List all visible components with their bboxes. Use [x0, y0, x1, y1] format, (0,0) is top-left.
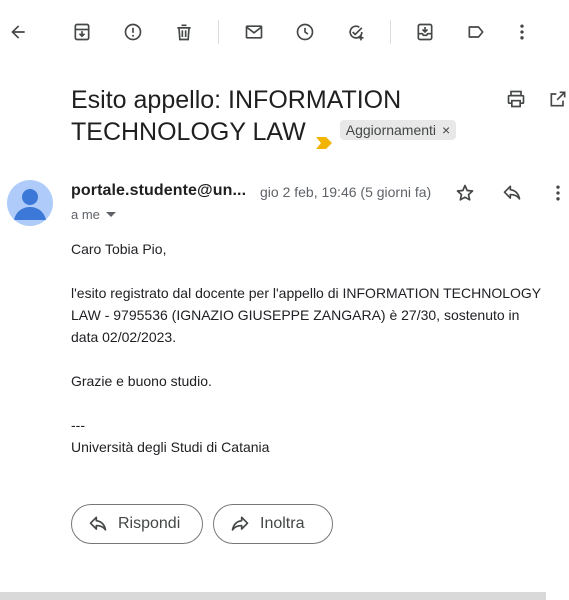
email-subject: Esito appello: INFORMATION TECHNOLOGY LA…	[71, 84, 501, 150]
email-date: gio 2 feb, 19:46 (5 giorni fa)	[260, 184, 432, 200]
star-icon[interactable]	[451, 179, 479, 207]
forward-icon	[231, 516, 249, 531]
toolbar-separator	[218, 20, 219, 44]
toolbar	[0, 0, 569, 64]
report-spam-icon[interactable]	[119, 18, 147, 46]
body-paragraph: l'esito registrato dal docente per l'app…	[71, 285, 541, 345]
reply-icon	[89, 516, 107, 531]
forward-button[interactable]: Inoltra	[213, 504, 333, 544]
reply-button[interactable]: Rispondi	[71, 504, 203, 544]
chevron-down-icon	[105, 212, 116, 217]
label-chip-text[interactable]: Aggiornamenti	[346, 120, 436, 140]
recipient-details[interactable]: a me	[71, 207, 116, 222]
mark-unread-icon[interactable]	[240, 18, 268, 46]
open-in-new-window-icon[interactable]	[544, 85, 569, 113]
horizontal-scrollbar[interactable]	[0, 592, 546, 600]
archive-icon[interactable]	[68, 18, 96, 46]
body-greeting: Caro Tobia Pio,	[71, 241, 167, 257]
email-body: Caro Tobia Pio, l'esito registrato dal d…	[71, 238, 541, 458]
sender-address[interactable]: portale.studente@un...	[71, 182, 246, 200]
signature-separator: ---	[71, 417, 85, 433]
snooze-icon[interactable]	[291, 18, 319, 46]
remove-label-icon[interactable]: ×	[442, 120, 450, 140]
importance-marker-icon[interactable]	[315, 125, 332, 150]
recipient-text: a me	[71, 207, 100, 222]
delete-icon[interactable]	[170, 18, 198, 46]
print-icon[interactable]	[502, 85, 530, 113]
avatar[interactable]	[7, 180, 53, 226]
toolbar-separator	[390, 20, 391, 44]
body-closing: Grazie e buono studio.	[71, 373, 212, 389]
more-vert-icon[interactable]	[508, 18, 536, 46]
label-chip: Aggiornamenti ×	[339, 120, 457, 141]
label-icon[interactable]	[462, 18, 490, 46]
forward-button-label: Inoltra	[260, 515, 305, 532]
reply-button-label: Rispondi	[118, 515, 181, 532]
add-task-icon[interactable]	[342, 18, 370, 46]
move-to-icon[interactable]	[411, 18, 439, 46]
default-avatar-icon	[14, 189, 46, 220]
signature: Università degli Studi di Catania	[71, 439, 270, 455]
reply-icon[interactable]	[498, 179, 526, 207]
message-more-icon[interactable]	[544, 179, 569, 207]
back-arrow-icon[interactable]	[4, 18, 32, 46]
